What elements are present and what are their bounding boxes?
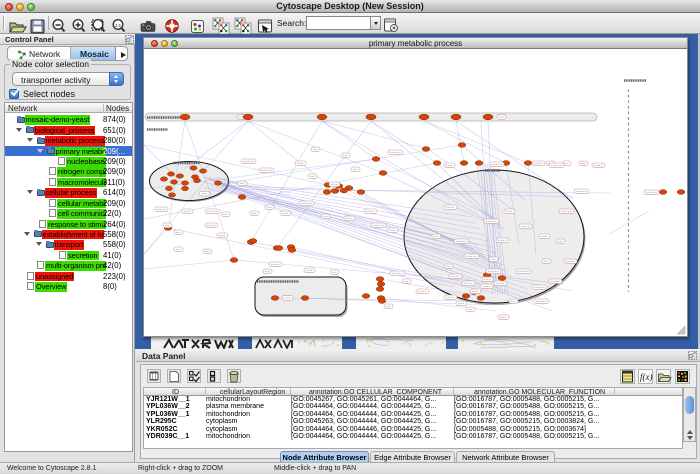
svg-text:f(x): f(x) [640,372,653,382]
svg-text:1:1: 1:1 [115,23,122,28]
